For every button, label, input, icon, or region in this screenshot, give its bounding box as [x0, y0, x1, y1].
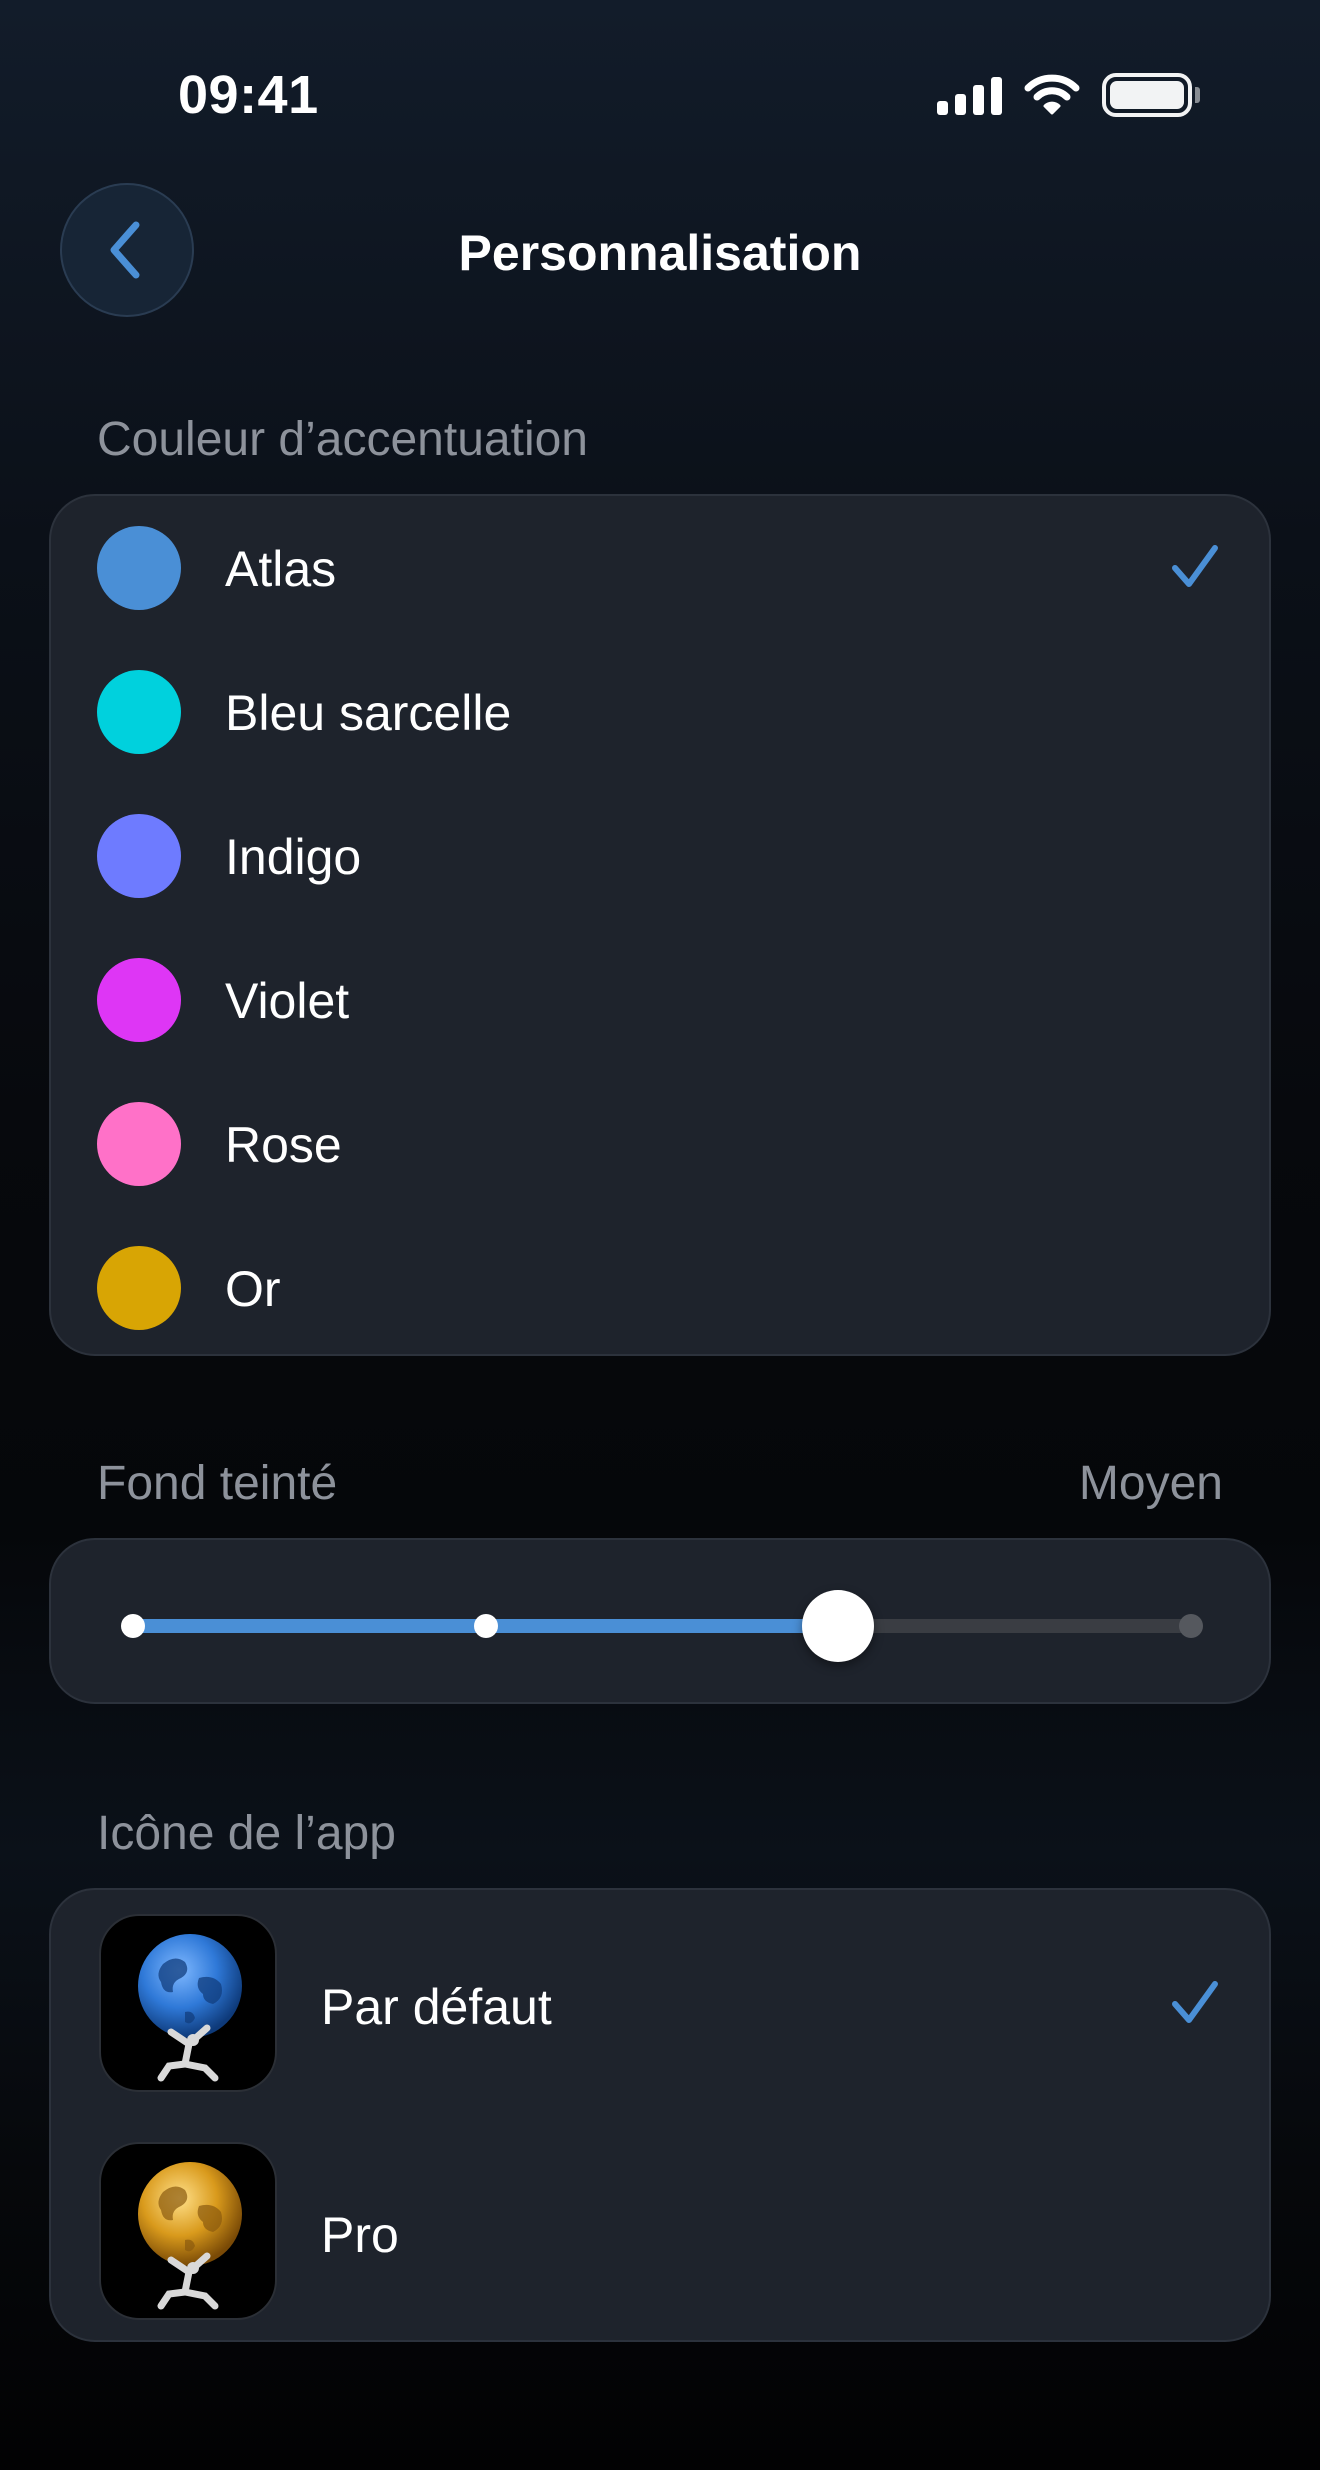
tint-value-label: Moyen — [1078, 1457, 1223, 1510]
accent-option-rose[interactable]: Rose — [51, 1072, 1269, 1216]
wifi-icon — [1024, 74, 1080, 115]
cellular-signal-icon — [937, 75, 1002, 115]
app-icon-option-default[interactable]: Par défaut — [51, 1890, 1269, 2118]
accent-option-label: Bleu sarcelle — [225, 685, 512, 741]
accent-color-list: Atlas Bleu sarcelle Indigo Violet Rose O… — [49, 494, 1271, 1356]
slider-stop[interactable] — [473, 1614, 498, 1638]
accent-option-or[interactable]: Or — [51, 1216, 1269, 1360]
page-title: Personnalisation — [458, 225, 862, 281]
color-swatch — [97, 526, 181, 610]
checkmark-icon — [1172, 545, 1218, 587]
slider-thumb[interactable] — [802, 1590, 875, 1662]
accent-option-label: Atlas — [225, 541, 337, 597]
accent-section-label: Couleur d’accentuation — [97, 413, 588, 466]
app-icon-option-label: Pro — [321, 2207, 399, 2263]
app-icon-section-label: Icône de l’app — [97, 1807, 396, 1860]
app-icon-list: Par défaut Pro — [49, 1888, 1271, 2342]
slider-stop[interactable] — [1179, 1614, 1203, 1638]
tint-section-label: Fond teinté — [97, 1457, 338, 1510]
accent-option-atlas[interactable]: Atlas — [51, 496, 1269, 640]
app-icon-option-pro[interactable]: Pro — [51, 2118, 1269, 2346]
accent-option-violet[interactable]: Violet — [51, 928, 1269, 1072]
battery-icon — [1102, 73, 1200, 117]
accent-option-label: Or — [225, 1261, 281, 1317]
tint-slider-card — [49, 1538, 1271, 1704]
color-swatch — [97, 1102, 181, 1186]
screen: 09:41 Personnalisation Couleur d’accentu… — [0, 0, 1320, 2470]
globe-atlas-gold-icon — [99, 2142, 277, 2320]
color-swatch — [97, 670, 181, 754]
accent-option-label: Indigo — [225, 829, 362, 885]
color-swatch — [97, 814, 181, 898]
globe-atlas-blue-icon — [99, 1914, 277, 2092]
status-time: 09:41 — [178, 65, 319, 125]
status-icons — [937, 70, 1200, 120]
accent-option-indigo[interactable]: Indigo — [51, 784, 1269, 928]
accent-option-bleu-sarcelle[interactable]: Bleu sarcelle — [51, 640, 1269, 784]
slider-stop[interactable] — [121, 1614, 145, 1638]
accent-option-label: Violet — [225, 973, 350, 1029]
accent-option-label: Rose — [225, 1117, 342, 1173]
app-icon-option-label: Par défaut — [321, 1979, 552, 2035]
color-swatch — [97, 958, 181, 1042]
checkmark-icon — [1172, 1981, 1218, 2023]
color-swatch — [97, 1246, 181, 1330]
